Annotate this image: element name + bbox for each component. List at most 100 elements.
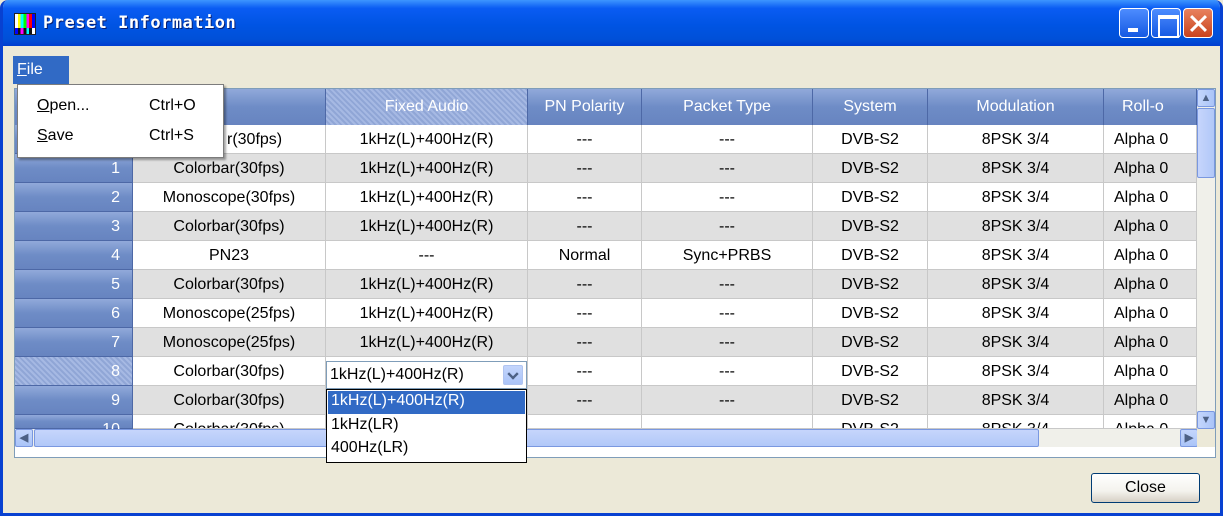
table-cell-audio[interactable]: 1kHz(L)+400Hz(R) (326, 328, 528, 357)
dropdown-option[interactable]: 400Hz(LR) (328, 438, 525, 461)
row-header[interactable]: 9 (15, 386, 133, 415)
header-modulation[interactable]: Modulation (928, 89, 1104, 125)
table-cell-packet[interactable]: --- (642, 183, 813, 212)
table-cell-packet[interactable]: --- (642, 299, 813, 328)
table-cell-pn[interactable]: Normal (528, 241, 642, 270)
table-cell-pn[interactable]: --- (528, 183, 642, 212)
header-pn-polarity[interactable]: PN Polarity (528, 89, 642, 125)
vertical-scroll-thumb[interactable] (1197, 108, 1215, 178)
table-cell-pn[interactable]: --- (528, 299, 642, 328)
table-cell-pn[interactable]: --- (528, 357, 642, 386)
table-cell-modulation[interactable]: 8PSK 3/4 (928, 357, 1104, 386)
dropdown-option[interactable]: 1kHz(LR) (328, 415, 525, 438)
table-cell-packet[interactable]: --- (642, 154, 813, 183)
row-header[interactable]: 10 (15, 415, 133, 429)
table-cell-system[interactable]: DVB-S2 (813, 328, 928, 357)
row-header[interactable]: 8 (15, 357, 133, 386)
table-cell-pattern[interactable]: Monoscope(25fps) (133, 328, 326, 357)
row-header[interactable]: 2 (15, 183, 133, 212)
menu-item-save[interactable]: Save Ctrl+S (20, 121, 221, 151)
close-icon[interactable] (1183, 8, 1213, 38)
table-cell-system[interactable]: DVB-S2 (813, 357, 928, 386)
maximize-icon[interactable] (1151, 8, 1181, 38)
table-cell-modulation[interactable]: 8PSK 3/4 (928, 328, 1104, 357)
table-cell-rolloff[interactable]: Alpha 0 (1104, 386, 1197, 415)
table-cell-system[interactable]: DVB-S2 (813, 415, 928, 429)
row-header[interactable]: 6 (15, 299, 133, 328)
table-cell-system[interactable]: DVB-S2 (813, 241, 928, 270)
table-cell-pattern[interactable]: Colorbar(30fps) (133, 212, 326, 241)
table-cell-rolloff[interactable]: Alpha 0 (1104, 328, 1197, 357)
table-cell-rolloff[interactable]: Alpha 0 (1104, 212, 1197, 241)
table-row[interactable]: 9 Colorbar(30fps) --- --- DVB-S2 8PSK 3/4 Alph… (15, 386, 1197, 415)
table-cell-modulation[interactable]: 8PSK 3/4 (928, 212, 1104, 241)
table-cell-pattern[interactable]: Monoscope(25fps) (133, 299, 326, 328)
table-cell-rolloff[interactable]: Alpha 0 (1104, 183, 1197, 212)
table-cell-system[interactable]: DVB-S2 (813, 299, 928, 328)
table-cell-packet[interactable]: --- (642, 386, 813, 415)
arrow-left-icon[interactable]: ◀ (15, 429, 33, 447)
table-cell-system[interactable]: DVB-S2 (813, 183, 928, 212)
table-cell-system[interactable]: DVB-S2 (813, 386, 928, 415)
table-cell-pn[interactable]: --- (528, 270, 642, 299)
table-cell-rolloff[interactable]: Alpha 0 (1104, 125, 1197, 154)
table-cell-rolloff[interactable]: Alpha 0 (1104, 154, 1197, 183)
table-cell-modulation[interactable]: 8PSK 3/4 (928, 299, 1104, 328)
table-cell-audio[interactable]: 1kHz(L)+400Hz(R) (326, 299, 528, 328)
header-fixed-audio[interactable]: Fixed Audio (326, 89, 528, 125)
table-cell-pn[interactable] (528, 415, 642, 429)
table-cell-packet[interactable]: --- (642, 125, 813, 154)
table-cell-pn[interactable]: --- (528, 212, 642, 241)
table-cell-packet[interactable]: Sync+PRBS (642, 241, 813, 270)
arrow-down-icon[interactable]: ▼ (1197, 411, 1215, 429)
table-row[interactable]: 5 Colorbar(30fps) 1kHz(L)+400Hz(R) --- --- DV… (15, 270, 1197, 299)
fixed-audio-dropdown-list[interactable]: 1kHz(L)+400Hz(R) 1kHz(LR) 400Hz(LR) (326, 389, 527, 463)
table-cell-pn[interactable]: --- (528, 154, 642, 183)
table-cell-pattern[interactable]: Monoscope(30fps) (133, 183, 326, 212)
table-cell-modulation[interactable]: 8PSK 3/4 (928, 183, 1104, 212)
table-cell-system[interactable]: DVB-S2 (813, 212, 928, 241)
table-cell-modulation[interactable]: 8PSK 3/4 (928, 415, 1104, 429)
table-cell-pn[interactable]: --- (528, 328, 642, 357)
table-cell-pn[interactable]: --- (528, 125, 642, 154)
table-cell-rolloff[interactable]: Alpha 0 (1104, 357, 1197, 386)
table-cell-packet[interactable]: --- (642, 212, 813, 241)
table-cell-modulation[interactable]: 8PSK 3/4 (928, 241, 1104, 270)
table-cell-audio[interactable]: --- (326, 241, 528, 270)
horizontal-scrollbar[interactable]: ◀ ▶ (15, 429, 1215, 447)
table-row[interactable]: 4 PN23 --- Normal Sync+PRBS DVB-S2 8PSK 3/4 Alp… (15, 241, 1197, 270)
table-row[interactable]: 2 Monoscope(30fps) 1kHz(L)+400Hz(R) --- --- D… (15, 183, 1197, 212)
table-cell-modulation[interactable]: 8PSK 3/4 (928, 386, 1104, 415)
table-row[interactable]: 10Colorbar(30fps) DVB-S28PSK 3/4Alpha 0 (15, 415, 1197, 429)
arrow-right-icon[interactable]: ▶ (1180, 429, 1198, 447)
row-header[interactable]: 3 (15, 212, 133, 241)
table-cell-modulation[interactable]: 8PSK 3/4 (928, 125, 1104, 154)
header-system[interactable]: System (813, 89, 928, 125)
header-roll-off[interactable]: Roll-o (1104, 89, 1197, 125)
horizontal-scroll-thumb[interactable] (34, 429, 1039, 447)
row-header[interactable]: 1 (15, 154, 133, 183)
table-cell-rolloff[interactable]: Alpha 0 (1104, 270, 1197, 299)
row-header[interactable]: 5 (15, 270, 133, 299)
arrow-up-icon[interactable]: ▲ (1197, 89, 1215, 107)
minimize-icon[interactable] (1119, 8, 1149, 38)
table-cell-rolloff[interactable]: Alpha 0 (1104, 241, 1197, 270)
table-cell-pattern[interactable]: Colorbar(30fps) (133, 270, 326, 299)
vertical-scrollbar[interactable]: ▲ ▼ (1197, 89, 1215, 429)
table-row[interactable]: 7 Monoscope(25fps) 1kHz(L)+400Hz(R) --- --- D… (15, 328, 1197, 357)
table-cell-pattern[interactable]: Colorbar(30fps) (133, 154, 326, 183)
dropdown-option[interactable]: 1kHz(L)+400Hz(R) (328, 391, 525, 414)
table-cell-packet[interactable]: --- (642, 270, 813, 299)
table-row[interactable]: 8 Colorbar(30fps) --- --- DVB-S2 8PSK 3/4 Alph… (15, 357, 1197, 386)
chevron-down-icon[interactable] (503, 365, 523, 385)
fixed-audio-combobox[interactable]: 1kHz(L)+400Hz(R) (326, 361, 527, 389)
table-cell-rolloff[interactable]: Alpha 0 (1104, 415, 1197, 429)
table-cell-packet[interactable] (642, 415, 813, 429)
table-cell-modulation[interactable]: 8PSK 3/4 (928, 154, 1104, 183)
table-cell-packet[interactable]: --- (642, 328, 813, 357)
table-cell-pattern[interactable]: Colorbar(30fps) (133, 415, 326, 429)
table-cell-pattern[interactable]: PN23 (133, 241, 326, 270)
close-button[interactable]: Close (1091, 473, 1200, 503)
table-cell-pattern[interactable]: Colorbar(30fps) (133, 386, 326, 415)
title-bar[interactable]: Preset Information (3, 0, 1220, 46)
